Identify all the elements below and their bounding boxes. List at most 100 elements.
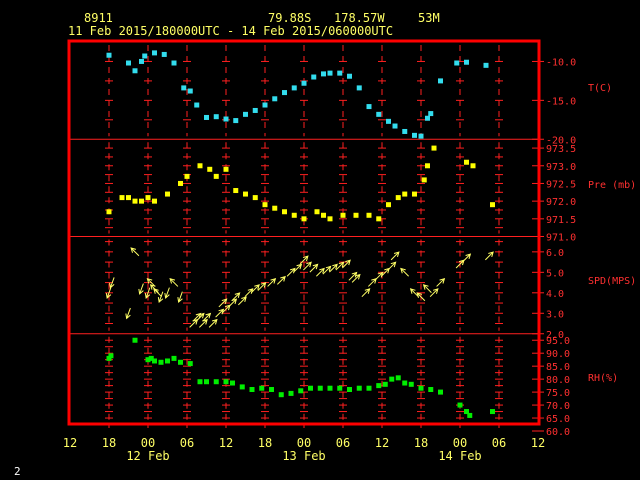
x-tick-label: 06: [492, 436, 506, 450]
humidity-point: [278, 392, 284, 398]
humidity-point: [269, 387, 274, 393]
wind-arrow: [390, 251, 400, 261]
y-tick-label: 85.0: [546, 362, 570, 373]
x-tick-label: 06: [180, 436, 194, 450]
pressure-point: [152, 198, 157, 204]
humidity-point: [467, 412, 473, 418]
y-tick-label: 973.0: [546, 162, 576, 173]
humidity-point: [347, 387, 352, 393]
humidity-point: [223, 379, 229, 385]
humidity-point: [152, 358, 157, 364]
wind-arrow: [177, 291, 183, 304]
humidity-point: [259, 385, 265, 391]
wind-arrow: [169, 277, 179, 287]
y-tick-label: 971.5: [546, 215, 576, 226]
y-tick-label: 65.0: [546, 414, 570, 425]
temperature-point: [282, 90, 287, 96]
humidity-point: [239, 384, 245, 390]
x-tick-label: 00: [141, 436, 155, 450]
temperature-point: [252, 107, 258, 113]
temperature-point: [187, 88, 193, 94]
temperature-point: [464, 59, 469, 65]
pressure-point: [386, 202, 391, 208]
pressure-point: [243, 191, 248, 197]
pressure-point: [165, 191, 170, 197]
temperature-point: [386, 118, 391, 124]
pressure-point: [376, 216, 382, 222]
temperature-point: [412, 132, 417, 138]
pressure-point: [321, 212, 326, 218]
temperature-point: [223, 116, 229, 122]
humidity-point: [204, 379, 209, 385]
temperature-point: [366, 104, 372, 110]
y-tick-label: 75.0: [546, 388, 570, 399]
temperature-point: [213, 114, 219, 120]
wind-arrow: [316, 267, 325, 277]
pressure-point: [178, 180, 183, 186]
wind-arrow: [208, 318, 218, 328]
pressure-point: [301, 216, 307, 222]
wind-arrow: [303, 261, 312, 271]
temperature-point: [126, 60, 131, 66]
temperature-point: [171, 60, 177, 66]
humidity-point: [402, 380, 408, 386]
wind-arrow: [422, 284, 432, 293]
humidity-point: [356, 385, 362, 391]
pressure-point: [106, 209, 112, 215]
temperature-point: [106, 52, 112, 58]
time-range: 11 Feb 2015/180000UTC - 14 Feb 2015/0600…: [68, 24, 393, 38]
temperature-point: [311, 74, 317, 80]
wind-arrow: [436, 277, 446, 287]
pressure-point: [132, 198, 138, 204]
pressure-point: [464, 159, 469, 165]
y-tick-label: 972.0: [546, 197, 576, 208]
temperature-point: [483, 62, 489, 68]
humidity-point: [317, 385, 323, 391]
temperature-point: [337, 70, 343, 76]
x-day-label: 13 Feb: [282, 449, 325, 463]
temperature-point: [262, 102, 268, 108]
humidity-point: [288, 390, 294, 396]
temperature-point: [301, 80, 307, 86]
pressure-point: [145, 195, 151, 201]
latitude: 79.88S: [268, 11, 311, 25]
temperature-point: [181, 85, 187, 91]
x-day-label: 12 Feb: [126, 449, 169, 463]
pressure-point: [353, 212, 359, 218]
humidity-point: [337, 385, 343, 391]
y-tick-label: 60.0: [546, 427, 570, 438]
wind-arrow: [238, 296, 247, 306]
panel-label: Pre (mb): [588, 180, 636, 191]
wind-arrow: [277, 275, 286, 285]
pressure-point: [126, 195, 131, 201]
humidity-point: [187, 361, 193, 367]
wind-arrow: [164, 287, 170, 299]
pressure-point: [431, 145, 437, 151]
humidity-point: [158, 359, 164, 365]
panel-label: SPD(MPS): [588, 276, 636, 287]
humidity-point: [408, 381, 414, 387]
humidity-point: [132, 337, 138, 343]
humidity-point: [197, 379, 203, 385]
humidity-point: [213, 379, 219, 385]
wind-arrow: [361, 288, 371, 298]
humidity-point: [327, 385, 333, 391]
station-id: 8911: [84, 11, 113, 25]
y-tick-label: 4.0: [546, 289, 564, 300]
elevation: 53M: [418, 11, 440, 25]
humidity-point: [382, 381, 388, 387]
temperature-point: [402, 128, 408, 134]
humidity-point: [389, 376, 395, 382]
pressure-point: [340, 212, 346, 218]
temperature-point: [272, 96, 278, 102]
y-tick-label: 972.5: [546, 179, 576, 190]
pressure-point: [213, 173, 219, 179]
longitude: 178.57W: [334, 11, 385, 25]
temperature-point: [428, 111, 434, 117]
humidity-point: [308, 385, 313, 391]
wind-arrow: [157, 291, 164, 304]
temperature-point: [233, 118, 239, 124]
pressure-point: [412, 191, 417, 197]
y-tick-label: -10.0: [546, 57, 576, 68]
pressure-point: [119, 195, 125, 201]
